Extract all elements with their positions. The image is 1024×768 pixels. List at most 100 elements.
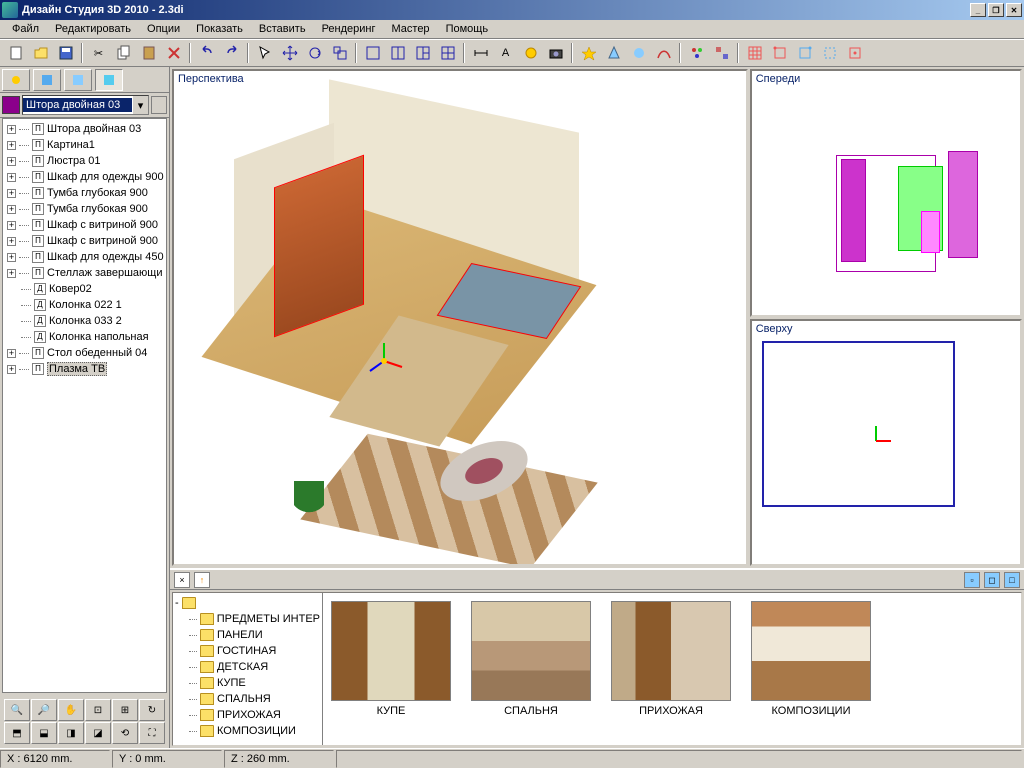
- expand-icon[interactable]: +: [7, 141, 16, 150]
- tree-item[interactable]: +ПСтол обеденный 04: [5, 345, 164, 361]
- tool-open[interactable]: [29, 42, 52, 64]
- expand-icon[interactable]: +: [7, 365, 16, 374]
- library-thumb[interactable]: ПРИХОЖАЯ: [611, 601, 731, 717]
- transform-gizmo-icon[interactable]: [364, 341, 404, 381]
- expand-icon[interactable]: +: [7, 269, 16, 278]
- tool-snap-4[interactable]: [843, 42, 866, 64]
- tool-save[interactable]: [54, 42, 77, 64]
- expand-icon[interactable]: -: [175, 597, 179, 609]
- tree-item[interactable]: +ПЛюстра 01: [5, 153, 164, 169]
- tool-new[interactable]: [4, 42, 27, 64]
- tree-item[interactable]: +ПТумба глубокая 900: [5, 201, 164, 217]
- tree-item[interactable]: +ПКартина1: [5, 137, 164, 153]
- viewport-front[interactable]: Спереди: [750, 69, 1022, 317]
- tree-item[interactable]: +ПШкаф для одежды 450: [5, 249, 164, 265]
- menu-options[interactable]: Опции: [139, 21, 188, 37]
- nav-view-fit-icon[interactable]: ⛶: [139, 722, 165, 744]
- category-item[interactable]: КУПЕ: [175, 675, 320, 691]
- tool-sphere[interactable]: [627, 42, 650, 64]
- tool-dimension[interactable]: [469, 42, 492, 64]
- tool-copy[interactable]: [112, 42, 135, 64]
- tree-item[interactable]: +ППлазма ТВ: [5, 361, 164, 377]
- expand-icon[interactable]: +: [7, 349, 16, 358]
- library-up-icon[interactable]: ↑: [194, 572, 210, 588]
- tree-item[interactable]: +ПШкаф с витриной 900: [5, 233, 164, 249]
- menu-help[interactable]: Помощь: [438, 21, 497, 37]
- category-item[interactable]: ПАНЕЛИ: [175, 627, 320, 643]
- object-select-combo[interactable]: Штора двойная 03 ▾: [22, 95, 149, 115]
- tool-path[interactable]: [652, 42, 675, 64]
- library-category-tree[interactable]: -ПРЕДМЕТЫ ИНТЕРПАНЕЛИГОСТИНАЯДЕТСКАЯКУПЕ…: [173, 593, 323, 745]
- viewport-top[interactable]: Сверху: [750, 319, 1022, 567]
- nav-pan-icon[interactable]: ✋: [58, 699, 84, 721]
- tree-item[interactable]: +ПСтеллаж завершающи: [5, 265, 164, 281]
- tool-scale[interactable]: [328, 42, 351, 64]
- tool-snap-3[interactable]: [818, 42, 841, 64]
- library-close-icon[interactable]: ×: [174, 572, 190, 588]
- tab-scene[interactable]: [2, 69, 30, 91]
- tool-layout-2[interactable]: [386, 42, 409, 64]
- nav-zoom-out-icon[interactable]: 🔎: [31, 699, 57, 721]
- viewport-perspective[interactable]: Перспектива: [172, 69, 748, 566]
- menu-master[interactable]: Мастер: [384, 21, 438, 37]
- library-view-med-icon[interactable]: ◻: [984, 572, 1000, 588]
- combo-dropdown-icon[interactable]: ▾: [132, 96, 148, 114]
- nav-view-front-icon[interactable]: ⬓: [31, 722, 57, 744]
- nav-zoom-extents-icon[interactable]: ⊡: [85, 699, 111, 721]
- tool-ungroup[interactable]: [710, 42, 733, 64]
- tree-item[interactable]: ДКолонка напольная: [5, 329, 164, 345]
- restore-button[interactable]: ❐: [988, 3, 1004, 17]
- library-thumb[interactable]: КОМПОЗИЦИИ: [751, 601, 871, 717]
- tool-light[interactable]: [577, 42, 600, 64]
- tool-camera[interactable]: [544, 42, 567, 64]
- expand-icon[interactable]: +: [7, 221, 16, 230]
- tree-item[interactable]: +ПШтора двойная 03: [5, 121, 164, 137]
- expand-icon[interactable]: +: [7, 125, 16, 134]
- tool-paste[interactable]: [137, 42, 160, 64]
- category-item[interactable]: ПРИХОЖАЯ: [175, 707, 320, 723]
- library-thumb[interactable]: СПАЛЬНЯ: [471, 601, 591, 717]
- tool-render[interactable]: [519, 42, 542, 64]
- category-item[interactable]: ДЕТСКАЯ: [175, 659, 320, 675]
- category-item[interactable]: КОМПОЗИЦИИ: [175, 723, 320, 739]
- tree-item[interactable]: ДКовер02: [5, 281, 164, 297]
- tool-redo[interactable]: [220, 42, 243, 64]
- menu-render[interactable]: Рендеринг: [314, 21, 384, 37]
- tree-item[interactable]: +ПШкаф для одежды 900: [5, 169, 164, 185]
- tab-materials[interactable]: [33, 69, 61, 91]
- tab-objects[interactable]: [95, 69, 123, 91]
- tool-layout-3[interactable]: [411, 42, 434, 64]
- category-item[interactable]: ПРЕДМЕТЫ ИНТЕР: [175, 611, 320, 627]
- tree-item[interactable]: ДКолонка 033 2: [5, 313, 164, 329]
- tool-text[interactable]: A: [494, 42, 517, 64]
- tool-grid[interactable]: [743, 42, 766, 64]
- menu-show[interactable]: Показать: [188, 21, 251, 37]
- nav-view-persp-icon[interactable]: ◪: [85, 722, 111, 744]
- tool-snap-2[interactable]: [793, 42, 816, 64]
- library-view-large-icon[interactable]: □: [1004, 572, 1020, 588]
- tool-undo[interactable]: [195, 42, 218, 64]
- nav-zoom-window-icon[interactable]: ⊞: [112, 699, 138, 721]
- expand-icon[interactable]: +: [7, 157, 16, 166]
- close-button[interactable]: ✕: [1006, 3, 1022, 17]
- tab-lights[interactable]: [64, 69, 92, 91]
- menu-insert[interactable]: Вставить: [251, 21, 314, 37]
- tool-cone[interactable]: [602, 42, 625, 64]
- library-thumb[interactable]: КУПЕ: [331, 601, 451, 717]
- object-color-swatch[interactable]: [2, 96, 20, 114]
- menu-file[interactable]: Файл: [4, 21, 47, 37]
- minimize-button[interactable]: _: [970, 3, 986, 17]
- expand-icon[interactable]: +: [7, 253, 16, 262]
- nav-zoom-in-icon[interactable]: 🔍: [4, 699, 30, 721]
- library-view-small-icon[interactable]: ▫: [964, 572, 980, 588]
- nav-view-reset-icon[interactable]: ⟲: [112, 722, 138, 744]
- tool-layout-1[interactable]: [361, 42, 384, 64]
- tree-item[interactable]: +ПШкаф с витриной 900: [5, 217, 164, 233]
- expand-icon[interactable]: +: [7, 173, 16, 182]
- nav-view-top-icon[interactable]: ⬒: [4, 722, 30, 744]
- expand-icon[interactable]: +: [7, 189, 16, 198]
- tool-delete[interactable]: [162, 42, 185, 64]
- tool-layout-4[interactable]: [436, 42, 459, 64]
- tool-select[interactable]: [253, 42, 276, 64]
- tree-item[interactable]: ДКолонка 022 1: [5, 297, 164, 313]
